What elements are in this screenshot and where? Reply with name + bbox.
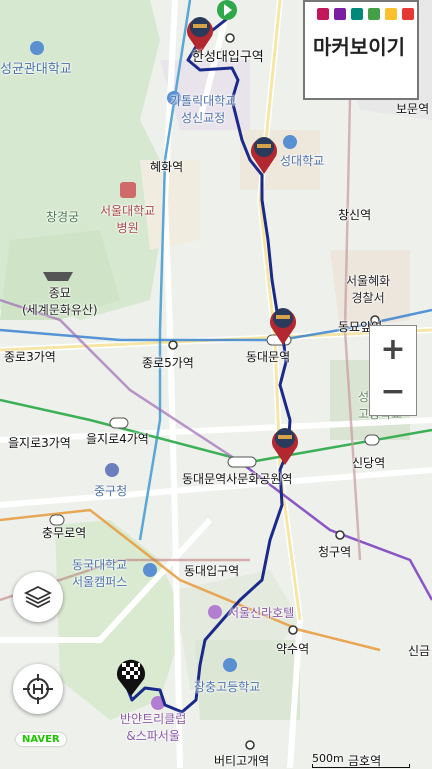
label-jongmyo: 종묘 (세계문화유산) <box>22 286 98 317</box>
marker-category-icon-3[interactable] <box>351 8 363 20</box>
label-shilla: 서울신라호텔 <box>228 606 295 620</box>
marker-category-icon-4[interactable] <box>368 8 380 20</box>
label-cheonggu: 청구역 <box>318 545 352 559</box>
zoom-out-button[interactable]: − <box>369 368 417 416</box>
current-location-button[interactable] <box>13 664 63 714</box>
marker-category-icon-2[interactable] <box>334 8 346 20</box>
scale-bar <box>312 764 410 768</box>
marker-panel-title[interactable]: 마커보이기 <box>313 32 417 62</box>
label-dongdaeipgu: 동대입구역 <box>184 564 240 578</box>
label-snu-hospital: 서울대학교 병원 <box>100 204 156 235</box>
label-jongno5: 종로5가역 <box>142 356 194 370</box>
label-bomun: 보문역 <box>396 102 430 116</box>
label-chungmuro: 충무로역 <box>42 526 87 540</box>
label-dongguk: 동국대학교 서울캠퍼스 <box>72 558 128 589</box>
label-banyan: 반얀트리클럽 &스파서울 <box>120 712 187 743</box>
label-univ-partial: 성대학교 <box>280 154 325 168</box>
marker-category-icons <box>317 8 414 20</box>
marker-category-icon-5[interactable] <box>385 8 397 20</box>
label-euljiro3: 을지로3가역 <box>8 436 71 450</box>
finish-checkered-marker[interactable] <box>114 657 148 697</box>
label-sindang: 신당역 <box>352 456 386 470</box>
label-sinkeum: 신금 <box>408 644 431 658</box>
start-flag-marker[interactable] <box>213 0 241 30</box>
naver-logo: NAVER <box>16 733 66 746</box>
layers-icon <box>23 585 53 609</box>
checkpoint-marker-3[interactable] <box>267 303 299 347</box>
label-jangchung: 장충고등학교 <box>194 680 261 694</box>
marker-category-icon-1[interactable] <box>317 8 329 20</box>
label-euljiro4: 을지로4가역 <box>86 432 149 446</box>
label-junggu: 중구청 <box>94 484 128 498</box>
label-ddp: 동대문역사문화공원역 <box>182 472 293 486</box>
marker-toggle-panel[interactable]: 마커보이기 <box>303 0 419 100</box>
label-catholic: 가톨릭대학교 성신교정 <box>170 94 237 125</box>
label-changgyeong: 창경궁 <box>46 210 80 224</box>
checkpoint-marker-2[interactable] <box>248 132 280 176</box>
zoom-in-button[interactable]: + <box>369 325 417 373</box>
marker-category-icon-6[interactable] <box>402 8 414 20</box>
label-beoti: 버티고개역 <box>214 754 270 768</box>
label-hyehwa: 혜화역 <box>150 160 184 174</box>
label-changsin: 창신역 <box>338 208 372 222</box>
label-sungkyun: 성균관대학교 <box>0 62 72 77</box>
label-hansung: 한성대입구역 <box>192 50 264 65</box>
label-police: 서울혜화 경찰서 <box>346 274 391 305</box>
checkpoint-marker-4[interactable] <box>269 423 301 467</box>
label-yaksu: 약수역 <box>276 642 310 656</box>
layers-button[interactable] <box>13 572 63 622</box>
gps-location-icon <box>23 674 53 704</box>
label-dongdaemun: 동대문역 <box>246 350 291 364</box>
label-jongno3: 종로3가역 <box>4 350 56 364</box>
